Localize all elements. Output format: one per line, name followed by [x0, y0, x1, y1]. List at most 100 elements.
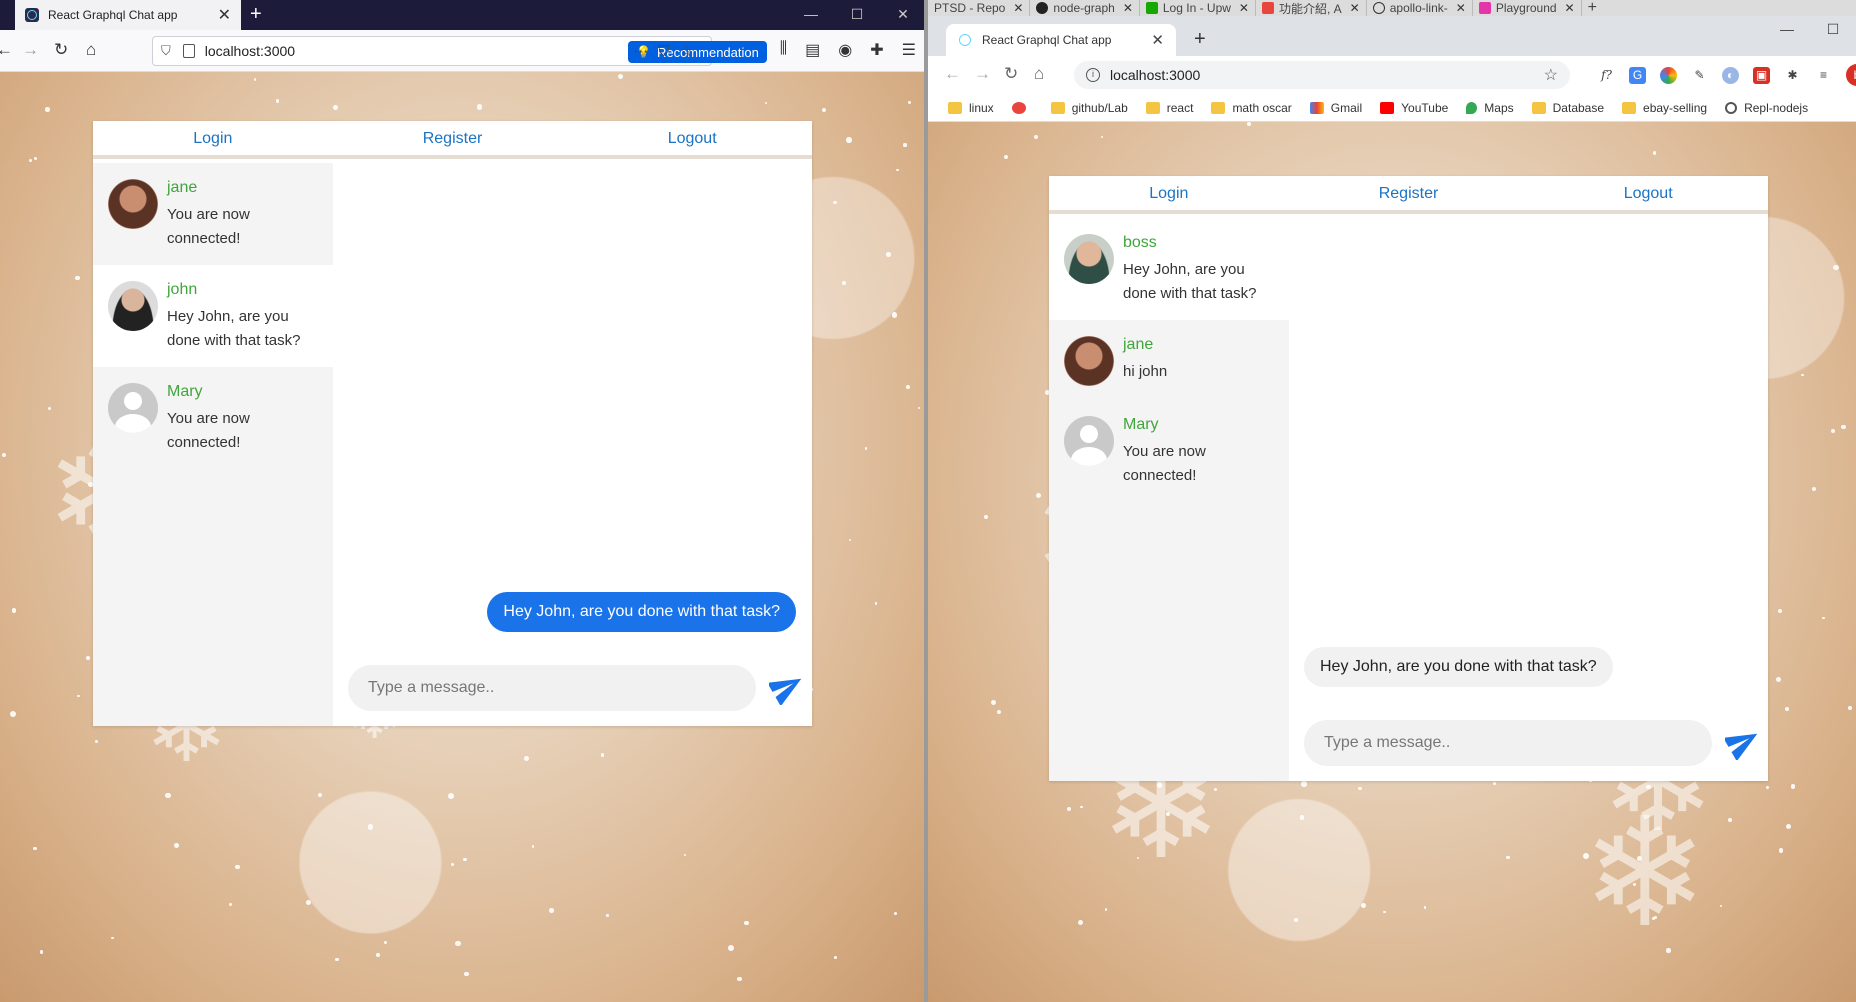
register-link[interactable]: Register — [1289, 176, 1529, 210]
snow-dot — [9, 711, 16, 717]
snow-dot — [85, 655, 91, 660]
snow-dot — [39, 949, 44, 954]
bookmark-item[interactable]: Maps — [1466, 101, 1514, 115]
close-tab-icon[interactable]: ✕ — [1350, 1, 1360, 15]
page-actions-icons[interactable]: ⋯⛉☆ — [633, 42, 703, 60]
logout-link[interactable]: Logout — [1528, 176, 1768, 210]
globe-extension-icon[interactable]: ◐ — [1722, 66, 1739, 84]
snow-dot — [865, 447, 868, 450]
login-link[interactable]: Login — [1049, 176, 1289, 210]
sidebar-icon[interactable]: ▤ — [805, 40, 820, 60]
eyedropper-extension-icon[interactable]: ✎ — [1691, 67, 1708, 84]
home-icon[interactable]: ⌂ — [1034, 64, 1044, 84]
puzzle-extensions-icon[interactable]: ✱ — [1784, 67, 1801, 84]
close-tab-icon[interactable]: ✕ — [218, 5, 231, 25]
conversation-item-mary[interactable]: Mary You are now connected! — [1049, 400, 1289, 502]
bookmark-item[interactable]: Gmail — [1309, 101, 1362, 115]
bookmark-star-icon[interactable]: ☆ — [1544, 65, 1558, 85]
profile-avatar[interactable]: b — [1846, 64, 1856, 86]
snow-dot — [1034, 134, 1039, 139]
conversation-item-boss[interactable]: boss Hey John, are you done with that ta… — [1049, 218, 1289, 320]
conversation-item-jane[interactable]: jane You are now connected! — [93, 163, 333, 265]
translate-extension-icon[interactable]: G — [1629, 66, 1646, 84]
chat-app: Login Register Logout jane You are now c… — [93, 121, 812, 726]
url-text[interactable]: localhost:3000 — [1110, 67, 1544, 83]
snow-dot — [1077, 919, 1084, 926]
tab-react-chat[interactable]: React Graphql Chat app ✕ — [946, 24, 1176, 56]
snow-dot — [1505, 855, 1510, 860]
close-tab-icon[interactable]: ✕ — [1123, 1, 1133, 15]
bookmark-item[interactable]: Database — [1531, 101, 1604, 115]
tab-bar: React Graphql Chat app ✕ + — ☐ — [928, 16, 1856, 56]
reload-icon[interactable]: ↻ — [54, 40, 68, 60]
background-tab[interactable]: PTSD - Repo ✕ — [928, 0, 1031, 16]
last-message-preview: You are now connected! — [167, 410, 250, 451]
snow-dot — [463, 857, 467, 862]
media-icon[interactable]: ≡ — [1815, 67, 1832, 84]
new-tab-icon[interactable]: + — [250, 3, 262, 26]
last-message-preview: You are now connected! — [1123, 443, 1206, 484]
logout-link[interactable]: Logout — [572, 121, 812, 155]
minimize-icon[interactable]: — — [788, 0, 834, 30]
snow-dot — [455, 940, 461, 946]
new-tab-icon[interactable]: + — [1194, 28, 1206, 51]
close-tab-icon[interactable]: ✕ — [1239, 1, 1249, 15]
bookmark-item[interactable]: Repl-nodejs — [1725, 101, 1808, 115]
close-window-icon[interactable]: ✕ — [880, 0, 926, 30]
address-bar[interactable]: ⛉ localhost:3000 💡 Recommendation ⋯⛉☆ — [152, 36, 767, 66]
register-link[interactable]: Register — [333, 121, 573, 155]
login-link[interactable]: Login — [93, 121, 333, 155]
forward-icon[interactable]: → — [22, 40, 39, 60]
snow-dot — [1831, 428, 1836, 434]
bookmark-item[interactable]: react — [1145, 101, 1193, 115]
new-tab-icon[interactable]: + — [1582, 0, 1603, 16]
tab-title: React Graphql Chat app — [982, 33, 1112, 47]
background-tab[interactable]: Log In - Upw ✕ — [1140, 0, 1256, 16]
color-extension-icon[interactable] — [1660, 66, 1677, 84]
page-info-icon[interactable] — [182, 44, 195, 58]
send-icon[interactable] — [769, 669, 805, 705]
snow-dot — [893, 912, 897, 916]
extensions-icon[interactable]: ✚ — [870, 40, 883, 60]
tab-react-chat[interactable]: React Graphql Chat app ✕ — [15, 0, 241, 30]
close-tab-icon[interactable]: ✕ — [1565, 1, 1575, 15]
background-tab[interactable]: Playground ✕ — [1473, 0, 1582, 16]
close-tab-icon[interactable]: ✕ — [1013, 1, 1023, 15]
maximize-icon[interactable]: ☐ — [1810, 16, 1856, 56]
conversation-item-mary[interactable]: Mary You are now connected! — [93, 367, 333, 469]
snow-dot — [1785, 823, 1791, 830]
address-bar[interactable]: i localhost:3000 ☆ — [1074, 61, 1570, 89]
reload-icon[interactable]: ↻ — [1004, 64, 1018, 84]
conversation-item-john[interactable]: john Hey John, are you done with that ta… — [93, 265, 333, 367]
site-info-icon[interactable]: i — [1086, 68, 1100, 82]
snowflake-icon: ❄ — [1581, 785, 1709, 962]
close-tab-icon[interactable]: ✕ — [1151, 31, 1164, 49]
back-icon[interactable]: ← — [0, 40, 13, 60]
tracking-shield-icon[interactable]: ⛉ — [161, 43, 171, 59]
forward-icon[interactable]: → — [974, 64, 991, 84]
library-icon[interactable]: ⫼ — [780, 40, 787, 60]
background-tab[interactable]: node-graph ✕ — [1030, 0, 1140, 16]
account-icon[interactable]: ◉ — [838, 40, 852, 60]
red-extension-icon[interactable]: ▣ — [1753, 66, 1770, 84]
back-icon[interactable]: ← — [944, 64, 961, 84]
bookmark-item[interactable] — [1011, 101, 1033, 114]
bookmark-item[interactable]: ebay-selling — [1622, 101, 1707, 115]
message-input[interactable]: Type a message.. — [1304, 720, 1712, 766]
formula-extension-icon[interactable]: f? — [1598, 67, 1615, 84]
menu-icon[interactable]: ☰ — [902, 40, 916, 60]
bookmark-item[interactable]: YouTube — [1380, 101, 1448, 115]
close-tab-icon[interactable]: ✕ — [1456, 1, 1466, 15]
maximize-icon[interactable]: ☐ — [834, 0, 880, 30]
background-tab[interactable]: apollo-link- ✕ — [1367, 0, 1473, 16]
background-tab[interactable]: 功能介紹, A ✕ — [1256, 0, 1367, 16]
minimize-icon[interactable]: — — [1764, 16, 1810, 56]
bookmark-item[interactable]: math oscar — [1211, 101, 1292, 115]
bookmark-item[interactable]: github/Lab — [1050, 101, 1128, 115]
conversation-item-jane[interactable]: jane hi john — [1049, 320, 1289, 400]
message-input[interactable]: Type a message.. — [348, 665, 756, 711]
send-icon[interactable] — [1725, 724, 1761, 760]
app-nav: Login Register Logout — [93, 121, 812, 159]
home-icon[interactable]: ⌂ — [86, 40, 96, 60]
bookmark-item[interactable]: linux — [948, 101, 994, 115]
